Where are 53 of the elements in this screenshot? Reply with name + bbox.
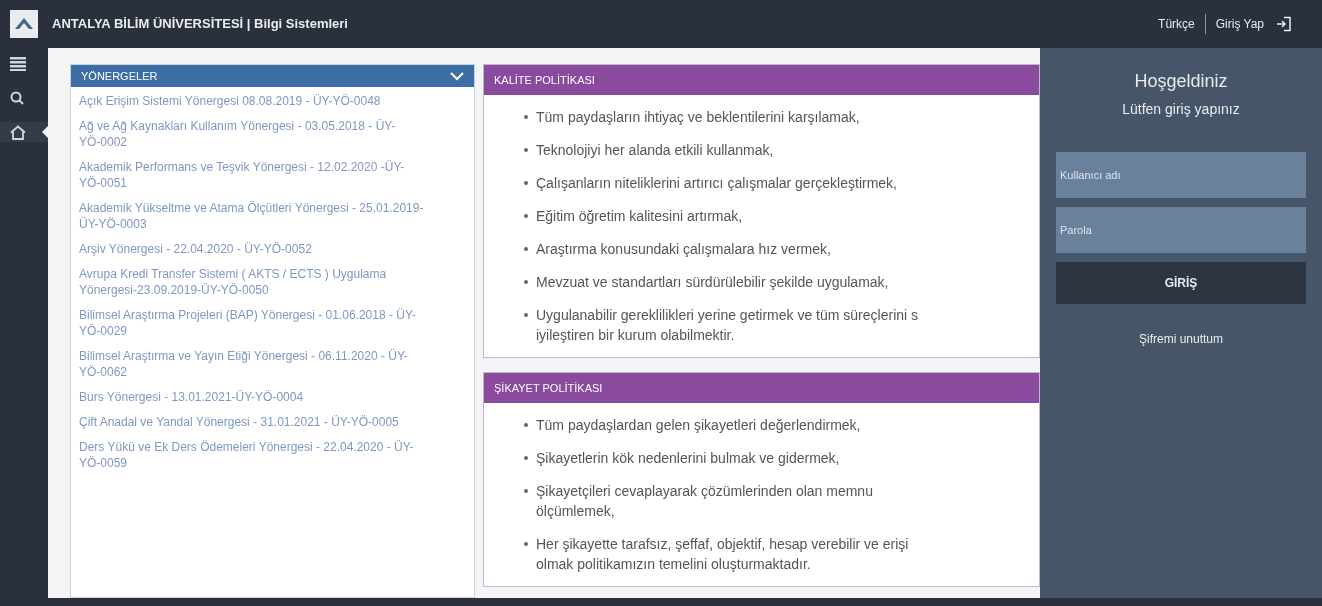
login-button[interactable]: GİRİŞ: [1056, 262, 1306, 304]
directive-link[interactable]: Açık Erişim Sistemi Yönergesi 08.08.2019 - ÜY-YÖ-0048: [79, 93, 466, 109]
policy-text: Uygulanabilir gereklilikleri yerine getirmek ve tüm süreçlerini s iyileştiren bir kurum olabilmektir.: [536, 306, 919, 345]
bullet-icon: [524, 456, 528, 460]
policy-text: Tüm paydaşların ihtiyaç ve beklentilerini karşılamak,: [536, 108, 860, 127]
username-field[interactable]: Kullanıcı adı: [1056, 152, 1306, 198]
bullet-icon: [524, 489, 528, 493]
rail-item[interactable]: [0, 122, 48, 142]
directives-title: YÖNERGELER: [81, 68, 158, 84]
bullet-icon: [524, 313, 528, 317]
policy-text: Şikayetçileri cevaplayarak çözümlerinden olan memnu ölçümlemek,: [536, 482, 873, 521]
directives-header[interactable]: YÖNERGELER: [71, 65, 474, 87]
search-icon[interactable]: [10, 91, 24, 105]
policy-title: KALİTE POLİTİKASI: [494, 72, 595, 88]
policy-text: Mevzuat ve standartları sürdürülebilir şekilde uygulamak,: [536, 273, 889, 292]
bullet-icon: [524, 214, 528, 218]
policy-title: ŞİKAYET POLİTİKASI: [494, 380, 603, 396]
logo-icon: [10, 10, 38, 38]
bullet-icon: [524, 423, 528, 427]
policy-text: Araştırma konusundaki çalışmalara hız vermek,: [536, 240, 831, 259]
home-icon[interactable]: [10, 124, 26, 140]
welcome-heading: Hoşgeldiniz: [1134, 70, 1228, 93]
directive-link[interactable]: Akademik Yükseltme ve Atama Ölçütleri Yönergesi - 25.01.2019-ÜY-YÖ-0003: [79, 200, 466, 232]
bullet-icon: [524, 542, 528, 546]
bullet-icon: [524, 280, 528, 284]
site-title: ANTALYA BİLİM ÜNİVERSİTESİ | Bilgi Sistemleri: [52, 15, 348, 34]
policy-text: Çalışanların niteliklerini artırıcı çalışmalar gerçekleştirmek,: [536, 174, 897, 193]
bullet-icon: [524, 148, 528, 152]
login-icon[interactable]: [1276, 16, 1292, 32]
directive-link[interactable]: Akademik Performans ve Teşvik Yönergesi - 12.02.2020 -ÜY-YÖ-0051: [79, 159, 466, 191]
policy-text: Her şikayette tarafsız, şeffaf, objektif, hesap verebilir ve erişi olmak politikamızın temelini oluşturmaktadır.: [536, 535, 909, 574]
bullet-icon: [524, 115, 528, 119]
policy-text: Eğitim öğretim kalitesini artırmak,: [536, 207, 743, 226]
chevron-icon[interactable]: [450, 71, 464, 81]
directive-link[interactable]: Bilimsel Araştırma ve Yayın Etiği Yönergesi - 06.11.2020 - ÜY-YÖ-0062: [79, 348, 466, 380]
directive-link[interactable]: Burs Yönergesi - 13.01.2021-ÜY-YÖ-0004: [79, 389, 466, 405]
forgot-password-link[interactable]: Şifremi unuttum: [1139, 330, 1223, 348]
directive-link[interactable]: Çift Anadal ve Yandal Yönergesi - 31.01.2021 - ÜY-YÖ-0005: [79, 414, 466, 430]
bullet-icon: [524, 181, 528, 185]
login-link[interactable]: Giriş Yap: [1215, 15, 1264, 33]
policy-text: Şikayetlerin kök nedenlerini bulmak ve gidermek,: [536, 449, 840, 468]
login-prompt: Lütfen giriş yapınız: [1122, 100, 1240, 119]
language-link[interactable]: Türkçe: [1158, 15, 1195, 33]
directive-link[interactable]: Ders Yükü ve Ek Ders Ödemeleri Yönergesi - 22.04.2020 - ÜY-YÖ-0059: [79, 439, 466, 471]
policy-text: Tüm paydaşlardan gelen şikayetleri değerlendirmek,: [536, 416, 861, 435]
policy-text: Teknolojiyi her alanda etkili kullanmak,: [536, 141, 774, 160]
directive-link[interactable]: Ağ ve Ağ Kaynakları Kullanım Yönergesi - 03.05.2018 - ÜY-YÖ-0002: [79, 118, 466, 150]
menu-icon[interactable]: [10, 57, 26, 71]
directive-link[interactable]: Avrupa Kredi Transfer Sistemi ( AKTS / ECTS ) Uygulama Yönergesi-23.09.2019-ÜY-YÖ-0050: [79, 266, 466, 298]
password-field[interactable]: Parola: [1056, 207, 1306, 253]
directive-link[interactable]: Arşiv Yönergesi - 22.04.2020 - ÜY-YÖ-0052: [79, 241, 466, 257]
bullet-icon: [524, 247, 528, 251]
directive-link[interactable]: Bilimsel Araştırma Projeleri (BAP) Yönergesi - 01.06.2018 - ÜY-YÖ-0029: [79, 307, 466, 339]
